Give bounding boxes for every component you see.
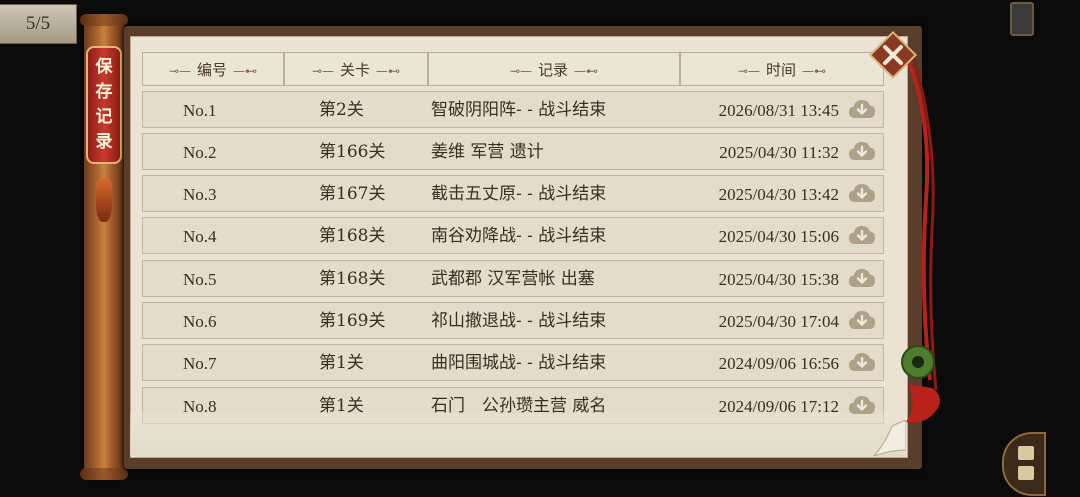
jade-pendant-ornament <box>901 345 940 423</box>
header-time: ⊸— 时间 —⊷ <box>680 52 884 86</box>
save-record-tab[interactable]: 保 存 记 录 <box>86 46 122 164</box>
row-stage: 第167关 <box>319 184 386 204</box>
row-record: 武都郡 汉军营帐 出塞 <box>431 269 595 289</box>
save-row-4[interactable]: No.4 第168关 南谷劝降战- - 战斗结束 2025/04/30 15:0… <box>142 217 884 254</box>
row-number: No.1 <box>183 101 217 120</box>
save-row-3[interactable]: No.3 第167关 截击五丈原- - 战斗结束 2025/04/30 13:4… <box>142 175 884 212</box>
page-counter: 5/5 <box>0 4 77 44</box>
scroll-cap-bottom <box>80 468 128 480</box>
row-time: 2024/09/06 16:56 <box>718 354 839 373</box>
save-tab-char-3: 记 <box>95 107 113 127</box>
row-stage: 第168关 <box>319 269 386 289</box>
save-row-6[interactable]: No.6 第169关 祁山撤退战- - 战斗结束 2025/04/30 17:0… <box>142 302 884 339</box>
header-number-label: 编号 <box>197 61 228 79</box>
row-time: 2025/04/30 15:06 <box>718 227 839 246</box>
cloud-download-icon[interactable] <box>847 139 877 165</box>
row-number: No.2 <box>183 143 217 162</box>
row-stage: 第166关 <box>319 142 386 162</box>
row-time: 2026/08/31 13:45 <box>718 101 839 120</box>
save-row-2[interactable]: No.2 第166关 姜维 军营 遗计 2025/04/30 11:32 <box>142 133 884 170</box>
header-time-label: 时间 <box>766 61 797 79</box>
header-stage: ⊸— 关卡 —⊷ <box>284 52 428 86</box>
table-header: ⊸— 编号 —⊷ ⊸— 关卡 —⊷ ⊸— 记录 —⊷ ⊸— 时间 —⊷ <box>142 52 884 86</box>
row-stage: 第1关 <box>319 353 364 373</box>
save-row-7[interactable]: No.7 第1关 曲阳围城战- - 战斗结束 2024/09/06 16:56 <box>142 344 884 381</box>
save-tab-char-1: 保 <box>95 57 113 77</box>
header-ornament-left: ⊸— <box>168 64 192 78</box>
cloud-download-icon[interactable] <box>847 308 877 334</box>
panel-fade <box>130 414 906 456</box>
row-record: 姜维 军营 遗计 <box>431 142 544 162</box>
row-time: 2025/04/30 17:04 <box>718 312 839 331</box>
row-record: 曲阳围城战- - 战斗结束 <box>431 353 607 373</box>
menu-icon-bar <box>1018 446 1034 460</box>
row-number: No.4 <box>183 227 217 246</box>
row-stage: 第169关 <box>319 311 386 331</box>
cloud-download-icon[interactable] <box>847 223 877 249</box>
row-time: 2025/04/30 15:38 <box>718 270 839 289</box>
header-ornament-left: ⊸— <box>737 64 761 78</box>
save-row-1[interactable]: No.1 第2关 智破阴阳阵- - 战斗结束 2026/08/31 13:45 <box>142 91 884 128</box>
save-tab-char-4: 录 <box>95 132 113 152</box>
row-time: 2025/04/30 13:42 <box>718 185 839 204</box>
save-tab-char-2: 存 <box>95 82 113 102</box>
row-record: 南谷劝降战- - 战斗结束 <box>431 226 607 246</box>
row-stage: 第2关 <box>319 100 364 120</box>
page-curl-ornament <box>873 420 906 456</box>
row-number: No.6 <box>183 312 217 331</box>
cloud-download-icon[interactable] <box>847 350 877 376</box>
header-ornament-right: —⊷ <box>802 64 827 78</box>
header-record: ⊸— 记录 —⊷ <box>428 52 680 86</box>
menu-icon[interactable] <box>1002 432 1046 496</box>
header-ornament-left: ⊸— <box>311 64 335 78</box>
tassel-ornament <box>96 178 112 222</box>
header-stage-label: 关卡 <box>340 61 371 79</box>
row-record: 祁山撤退战- - 战斗结束 <box>431 311 607 331</box>
row-stage: 第168关 <box>319 226 386 246</box>
row-number: No.3 <box>183 185 217 204</box>
row-record: 截击五丈原- - 战斗结束 <box>431 184 607 204</box>
header-ornament-right: —⊷ <box>376 64 401 78</box>
header-ornament-right: —⊷ <box>574 64 599 78</box>
header-record-label: 记录 <box>538 61 569 79</box>
top-right-icon[interactable] <box>1010 2 1034 36</box>
row-number: No.7 <box>183 354 217 373</box>
header-ornament-right: —⊷ <box>233 64 258 78</box>
cloud-download-icon[interactable] <box>847 266 877 292</box>
header-ornament-left: ⊸— <box>509 64 533 78</box>
row-record: 智破阴阳阵- - 战斗结束 <box>431 100 607 120</box>
save-row-5[interactable]: No.5 第168关 武都郡 汉军营帐 出塞 2025/04/30 15:38 <box>142 260 884 297</box>
row-time: 2025/04/30 11:32 <box>719 143 839 162</box>
scroll-cap-top <box>80 14 128 26</box>
cloud-download-icon[interactable] <box>847 97 877 123</box>
cloud-download-icon[interactable] <box>847 181 877 207</box>
menu-icon-bar <box>1018 466 1034 480</box>
row-number: No.5 <box>183 270 217 289</box>
close-icon[interactable] <box>868 30 918 80</box>
header-number: ⊸— 编号 —⊷ <box>142 52 284 86</box>
